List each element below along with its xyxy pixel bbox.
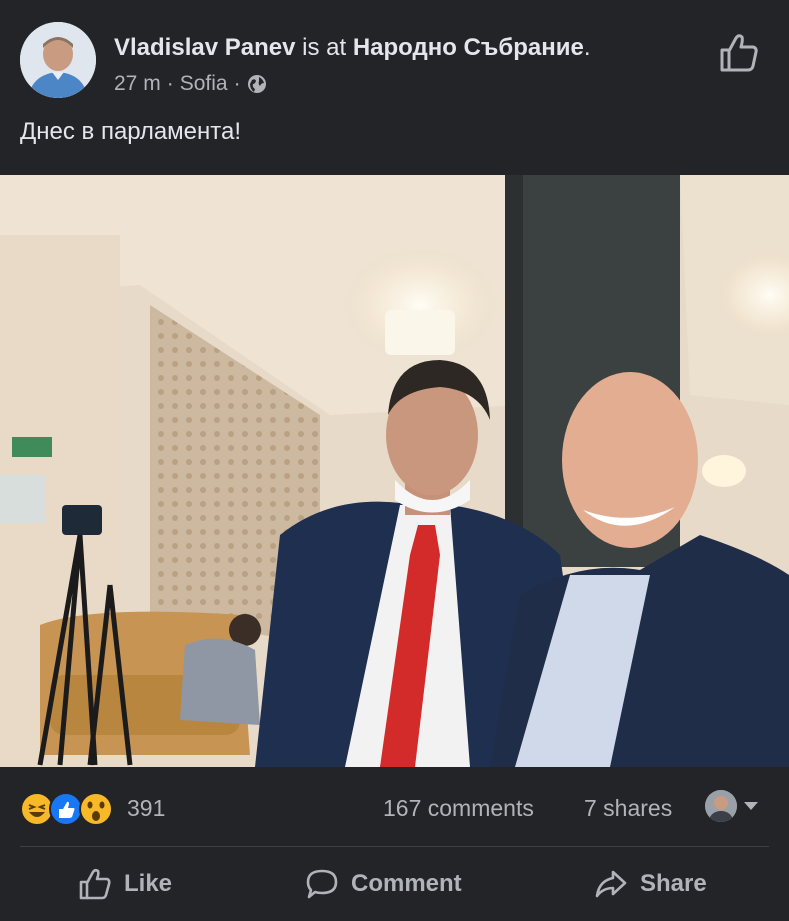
comment-label: Comment [351,870,462,897]
is-at-text: is at [302,34,347,61]
like-icon [49,792,83,826]
reactions-count[interactable]: 391 [127,795,165,822]
like-outline-icon [79,868,111,900]
avatar-photo [20,22,96,98]
globe-icon [247,75,266,93]
post-header: Vladislav Panev is at Народно Събрание. … [0,0,789,175]
location-period: . [583,34,591,61]
post-text: Днес в парламента! [20,118,242,145]
share-label: Share [640,870,707,897]
actions-divider [20,846,769,847]
post-time[interactable]: 27 m [114,72,161,96]
chevron-down-icon[interactable] [742,800,760,812]
selfie-image [0,175,789,767]
author-line: Vladislav Panev is at Народно Събрание. [114,34,590,62]
like-label: Like [124,870,173,897]
author-name[interactable]: Vladislav Panev [114,34,295,61]
reaction-icons[interactable] [20,792,116,826]
wow-icon [79,792,113,826]
post-meta: 27 m · Sofia · [114,72,267,96]
like-outline-icon[interactable] [718,32,760,74]
share-button[interactable]: Share [594,862,707,906]
share-icon [595,870,627,898]
reacting-as-avatar[interactable] [705,790,737,822]
meta-separator: · [166,72,174,95]
post-city[interactable]: Sofia [180,72,228,96]
shares-count[interactable]: 7 shares [584,795,672,822]
post-photo[interactable] [0,175,789,767]
comments-count[interactable]: 167 comments [383,795,534,822]
comment-icon [306,869,338,899]
avatar-photo [705,790,737,822]
meta-separator: · [233,72,241,95]
comment-button[interactable]: Comment [305,862,462,906]
author-avatar[interactable] [20,22,96,98]
haha-icon [20,792,54,826]
like-button[interactable]: Like [78,862,172,906]
location-link[interactable]: Народно Събрание [353,34,584,61]
